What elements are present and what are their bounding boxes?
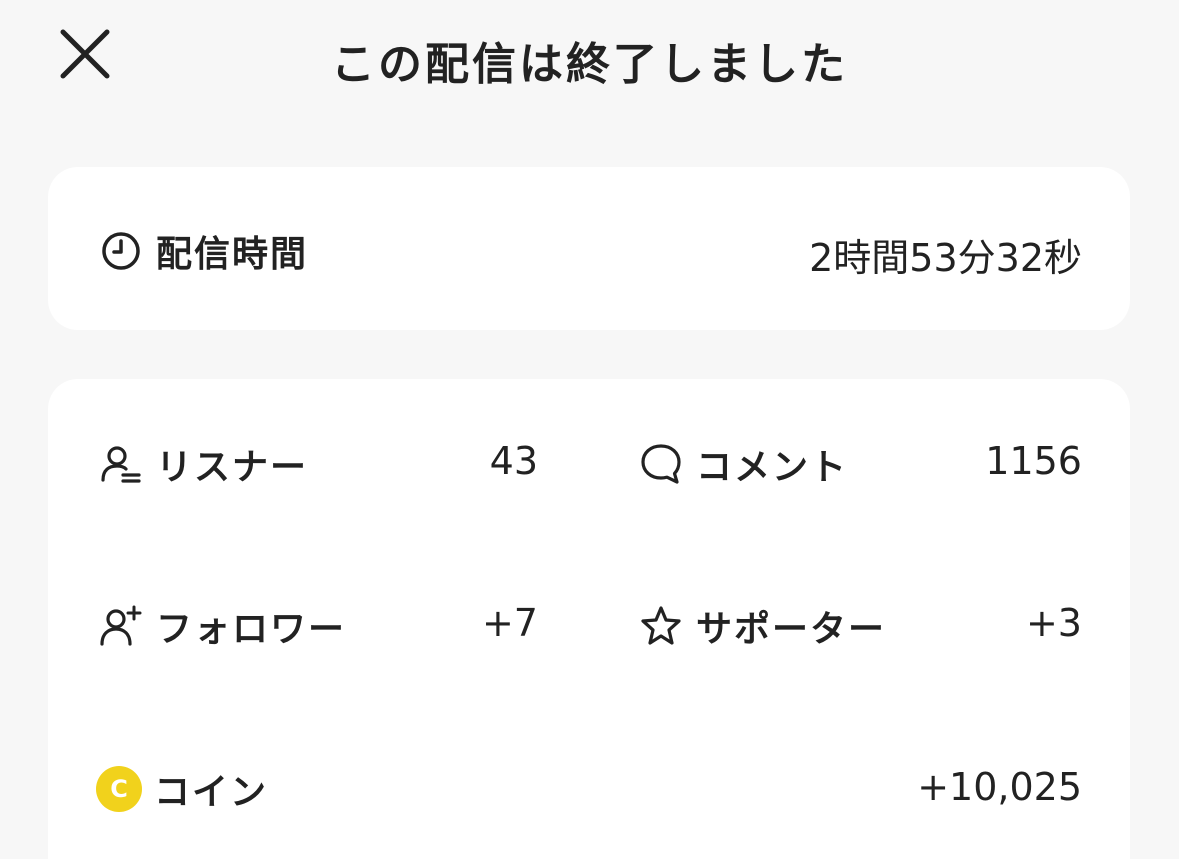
comment-bubble-icon: [638, 441, 684, 487]
listeners-value: 43: [489, 439, 538, 483]
add-user-icon: [98, 603, 144, 649]
coin-icon-badge: C: [96, 766, 142, 812]
duration-label: 配信時間: [156, 234, 309, 275]
star-icon: [638, 603, 684, 649]
duration-row: 配信時間: [98, 225, 308, 277]
duration-card: 配信時間 2時間53分32秒: [48, 167, 1130, 330]
listeners-label: リスナー: [156, 447, 309, 488]
header: この配信は終了しました: [0, 0, 1179, 110]
comments-value: 1156: [985, 439, 1082, 483]
supporters-value: +3: [1025, 601, 1082, 645]
page-title: この配信は終了しました: [331, 39, 848, 90]
supporters-label: サポーター: [696, 609, 887, 650]
duration-value: 2時間53分32秒: [809, 236, 1082, 280]
comments-label: コメント: [696, 447, 849, 488]
followers-value: +7: [481, 601, 538, 645]
stream-ended-screen: この配信は終了しました 配信時間 2時間53分32秒 リスナー 43 コメント …: [0, 0, 1179, 859]
coins-value: +10,025: [917, 765, 1082, 809]
comments-row: コメント: [638, 438, 848, 490]
coin-icon: C: [96, 766, 142, 812]
stats-card: リスナー 43 コメント 1156 フォロワー +7 サポーター +3 C コイ…: [48, 379, 1130, 859]
followers-row: フォロワー: [98, 600, 346, 652]
coins-label: コイン: [154, 772, 269, 813]
listeners-row: リスナー: [98, 438, 308, 490]
supporters-row: サポーター: [638, 600, 886, 652]
listener-icon: [98, 441, 144, 487]
followers-label: フォロワー: [156, 609, 347, 650]
coins-row: C コイン: [96, 763, 268, 815]
clock-icon: [98, 228, 144, 274]
